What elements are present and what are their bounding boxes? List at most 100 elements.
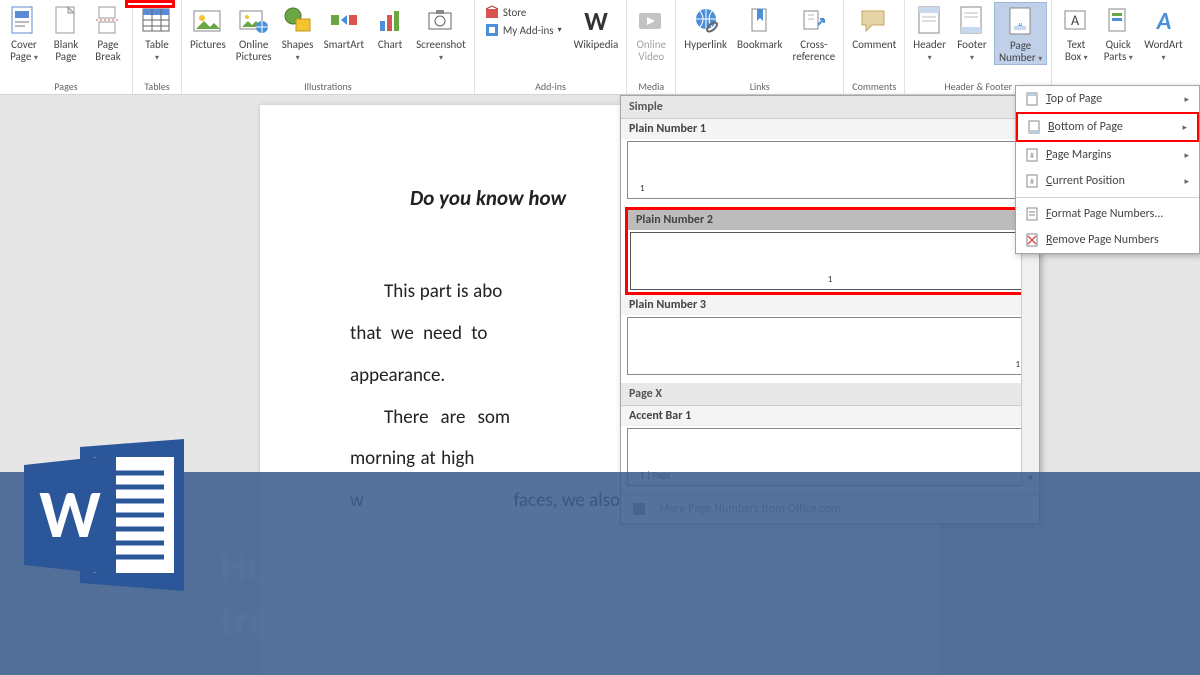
- table-button[interactable]: Table▾: [137, 2, 177, 63]
- screenshot-button[interactable]: Screenshot▾: [412, 2, 470, 63]
- submenu-bottom-of-page[interactable]: Bottom of Page▸: [1016, 112, 1199, 142]
- submenu-format-numbers[interactable]: Format Page Numbers...: [1016, 201, 1199, 227]
- comment-icon: [858, 5, 890, 37]
- group-addins: Store My Add-ins ▾ W Wikipedia Add-ins: [475, 0, 627, 95]
- svg-text:A: A: [1071, 12, 1080, 29]
- gallery-section-pagex: Page X: [621, 383, 1039, 406]
- group-pages: CoverPage ▾ BlankPage PageBreak Pages: [0, 0, 133, 95]
- footer-icon: [956, 5, 988, 37]
- page-number-icon: #: [1005, 6, 1037, 38]
- submenu-separator: [1016, 197, 1199, 198]
- svg-text:W: W: [39, 473, 101, 556]
- store-label: Store: [503, 6, 527, 19]
- screenshot-icon: [425, 5, 457, 37]
- online-video-button[interactable]: OnlineVideo: [631, 2, 671, 63]
- group-headerfooter: Header▾ Footer▾ # PageNumber ▾ Header & …: [905, 0, 1052, 95]
- svg-text:A: A: [1155, 7, 1171, 36]
- cover-page-icon: [8, 5, 40, 37]
- hyperlink-icon: [690, 5, 722, 37]
- submenu-top-label: op of Page: [1051, 92, 1102, 106]
- page-break-icon: [92, 5, 124, 37]
- top-red-highlight: [125, 0, 175, 8]
- store-button[interactable]: Store: [483, 4, 564, 20]
- header-button[interactable]: Header▾: [909, 2, 950, 63]
- preview-plain2[interactable]: 1: [630, 232, 1030, 290]
- crossref-button[interactable]: Cross-reference: [789, 2, 840, 63]
- comments-group-label: Comments: [848, 78, 900, 95]
- submenu-current-label: urrent Position: [1052, 174, 1124, 188]
- table-label: Table: [145, 38, 169, 51]
- page-number-submenu: Top of Page▸ Bottom of Page▸ # Page Marg…: [1015, 85, 1200, 254]
- blank-page-button[interactable]: BlankPage: [46, 2, 86, 63]
- bookmark-label: Bookmark: [737, 39, 782, 51]
- gallery-item-plain1[interactable]: Plain Number 1: [621, 119, 1039, 139]
- store-icon: [485, 5, 499, 19]
- remove-icon: [1024, 232, 1040, 248]
- screenshot-label: Screenshot: [416, 38, 466, 51]
- highlight-plain2: Plain Number 2 1: [625, 207, 1035, 295]
- submenu-current-position[interactable]: # Current Position▸: [1016, 168, 1199, 194]
- group-comments: Comment Comments: [844, 0, 905, 95]
- shapes-icon: [282, 5, 314, 37]
- pagenum-label: PageNumber: [999, 39, 1036, 64]
- wordart-label: WordArt: [1144, 38, 1182, 51]
- ribbon: CoverPage ▾ BlankPage PageBreak Pages Ta…: [0, 0, 1200, 95]
- gallery-item-accent1[interactable]: Accent Bar 1: [621, 406, 1039, 426]
- submenu-page-margins[interactable]: # Page Margins▸: [1016, 142, 1199, 168]
- myaddins-button[interactable]: My Add-ins ▾: [483, 22, 564, 38]
- crossref-label: Cross-reference: [793, 39, 836, 63]
- group-illustrations: Pictures OnlinePictures Shapes▾ SmartArt…: [182, 0, 475, 95]
- wordart-icon: A: [1148, 5, 1180, 37]
- word-logo: W: [20, 435, 200, 595]
- wikipedia-label: Wikipedia: [574, 39, 619, 51]
- illustrations-group-label: Illustrations: [186, 78, 470, 95]
- gallery-item-plain3[interactable]: Plain Number 3: [621, 295, 1039, 315]
- comment-button[interactable]: Comment: [848, 2, 900, 51]
- submenu-remove-numbers[interactable]: Remove Page Numbers: [1016, 227, 1199, 253]
- online-pictures-icon: [238, 5, 270, 37]
- wikipedia-button[interactable]: W Wikipedia: [570, 2, 623, 51]
- textbox-button[interactable]: A TextBox ▾: [1056, 2, 1096, 63]
- group-links: Hyperlink Bookmark Cross-reference Links: [676, 0, 844, 95]
- myaddins-icon: [485, 23, 499, 37]
- submenu-margins-label: age Margins: [1052, 148, 1111, 162]
- chart-icon: [374, 5, 406, 37]
- hyperlink-label: Hyperlink: [684, 39, 727, 51]
- cover-page-label: CoverPage: [10, 38, 37, 63]
- submenu-format-label: ormat Page Numbers...: [1051, 207, 1163, 221]
- tables-group-label: Tables: [137, 78, 177, 95]
- footer-button[interactable]: Footer▾: [952, 2, 992, 63]
- preview-plain1[interactable]: 1: [627, 141, 1033, 199]
- myaddins-label: My Add-ins: [503, 24, 554, 37]
- cover-page-button[interactable]: CoverPage ▾: [4, 2, 44, 63]
- quickparts-label: QuickParts: [1104, 38, 1131, 63]
- pictures-button[interactable]: Pictures: [186, 2, 230, 51]
- smartart-label: SmartArt: [324, 39, 365, 51]
- smartart-icon: [328, 5, 360, 37]
- blank-page-icon: [50, 5, 82, 37]
- online-pictures-label: OnlinePictures: [236, 39, 272, 63]
- links-group-label: Links: [680, 78, 839, 95]
- bookmark-icon: [744, 5, 776, 37]
- group-tables: Table▾ Tables: [133, 0, 182, 95]
- submenu-top-of-page[interactable]: Top of Page▸: [1016, 86, 1199, 112]
- quickparts-icon: [1102, 5, 1134, 37]
- format-icon: [1024, 206, 1040, 222]
- page-break-button[interactable]: PageBreak: [88, 2, 128, 63]
- media-group-label: Media: [631, 78, 671, 95]
- wordart-button[interactable]: A WordArt▾: [1140, 2, 1186, 63]
- shapes-button[interactable]: Shapes▾: [278, 2, 318, 63]
- quickparts-button[interactable]: QuickParts ▾: [1098, 2, 1138, 63]
- online-pictures-button[interactable]: OnlinePictures: [232, 2, 276, 63]
- comment-label: Comment: [852, 39, 896, 51]
- gallery-section-simple: Simple: [621, 96, 1039, 119]
- gallery-item-plain2[interactable]: Plain Number 2: [628, 210, 1032, 230]
- group-media: OnlineVideo Media: [627, 0, 676, 95]
- preview-plain3[interactable]: 1: [627, 317, 1033, 375]
- smartart-button[interactable]: SmartArt: [320, 2, 369, 51]
- hyperlink-button[interactable]: Hyperlink: [680, 2, 731, 51]
- page-number-button[interactable]: # PageNumber ▾: [994, 2, 1047, 65]
- chart-button[interactable]: Chart: [370, 2, 410, 51]
- bookmark-button[interactable]: Bookmark: [733, 2, 786, 51]
- bottom-page-icon: [1026, 119, 1042, 135]
